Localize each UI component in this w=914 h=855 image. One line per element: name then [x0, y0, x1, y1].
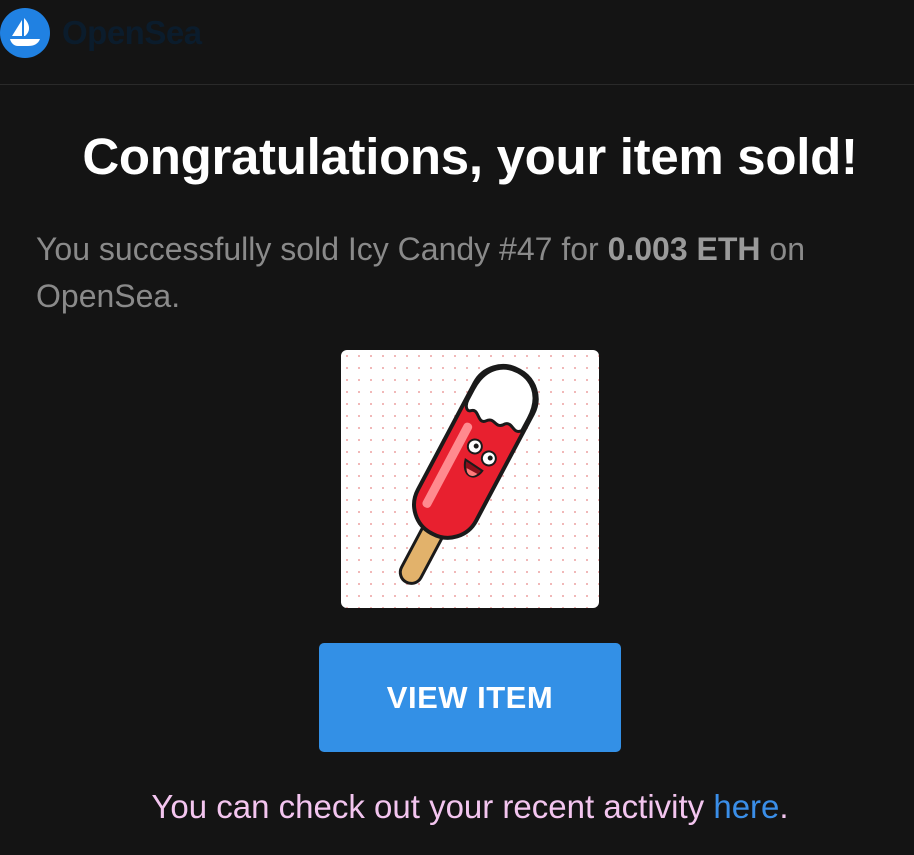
- recent-activity-link[interactable]: here: [713, 788, 779, 825]
- view-item-button[interactable]: VIEW ITEM: [319, 643, 621, 752]
- email-title: Congratulations, your item sold!: [82, 128, 858, 185]
- opensea-logo-icon[interactable]: [0, 8, 50, 58]
- sale-message: You successfully sold Icy Candy #47 for …: [36, 226, 906, 320]
- email-header: OpenSea: [0, 0, 914, 84]
- footer-prefix: You can check out your recent activity: [151, 788, 714, 825]
- nft-image[interactable]: [341, 350, 599, 608]
- message-prefix: You successfully sold Icy Candy #47 for: [36, 231, 608, 267]
- footer-suffix: .: [779, 788, 789, 825]
- footer-text: You can check out your recent activity h…: [0, 788, 914, 826]
- sale-price: 0.003 ETH: [607, 231, 761, 267]
- popsicle-illustration: [398, 363, 539, 585]
- brand-name[interactable]: OpenSea: [62, 14, 202, 52]
